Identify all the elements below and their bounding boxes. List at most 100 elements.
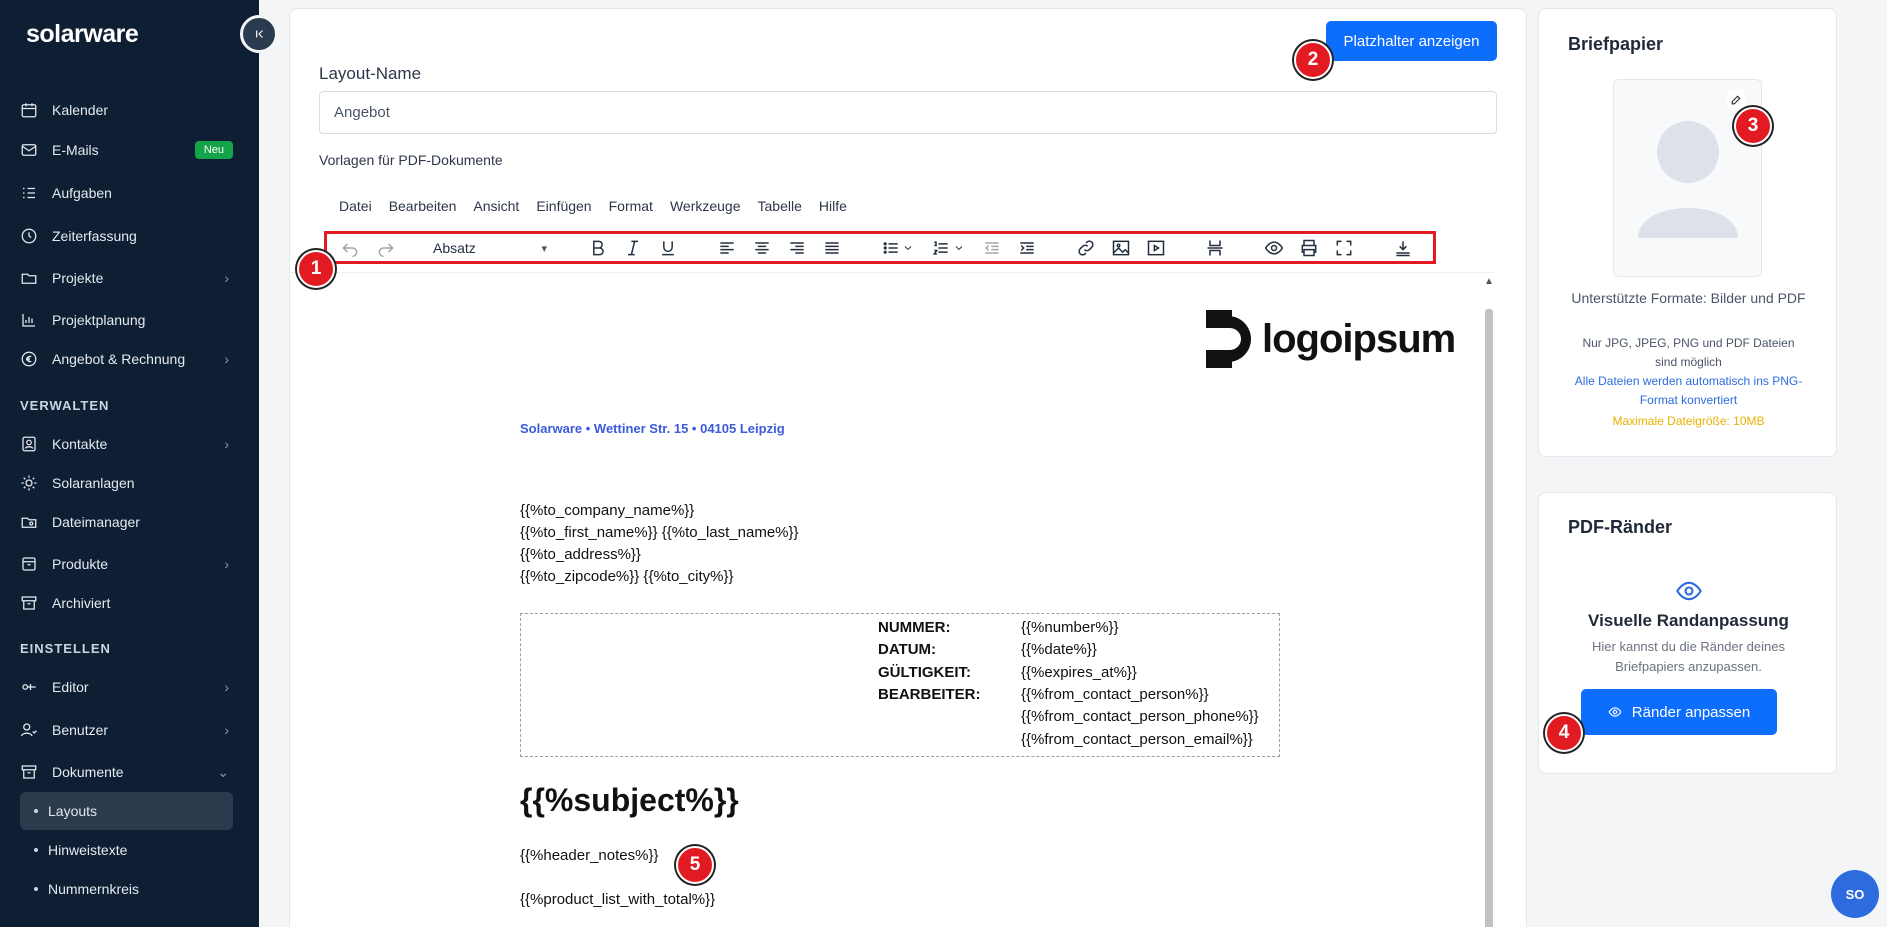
max-size-text: Maximale Dateigröße: 10MB	[1612, 414, 1765, 428]
show-placeholders-button[interactable]: Platzhalter anzeigen	[1326, 21, 1497, 61]
bullet-list-icon[interactable]	[880, 238, 902, 258]
header-notes-placeholder: {{%header_notes%}}	[520, 847, 659, 864]
sun-icon	[20, 474, 38, 492]
chat-button[interactable]: SO	[1831, 870, 1879, 918]
adjust-margins-label: Ränder anpassen	[1631, 703, 1751, 721]
sidebar-item-dokumente[interactable]: Dokumente ⌄	[20, 756, 233, 788]
info-key: BEARBEITER:	[878, 686, 981, 703]
media-icon[interactable]	[1145, 238, 1167, 258]
menu-format[interactable]: Format	[609, 198, 653, 214]
logo-text: logoipsum	[1262, 316, 1456, 361]
sidebar-item-angebot-rechnung[interactable]: Angebot & Rechnung ›	[20, 343, 233, 375]
italic-icon[interactable]	[622, 238, 644, 258]
menu-einfuegen[interactable]: Einfügen	[536, 198, 591, 214]
scroll-up-icon[interactable]: ▲	[1484, 276, 1494, 287]
new-badge: Neu	[194, 141, 233, 159]
align-justify-icon[interactable]	[821, 238, 843, 258]
sidebar-item-zeiterfassung[interactable]: Zeiterfassung	[20, 220, 233, 252]
redo-icon[interactable]	[375, 238, 397, 258]
menu-bearbeiten[interactable]: Bearbeiten	[389, 198, 457, 214]
address-line: {{%to_first_name%}} {{%to_last_name%}}	[520, 524, 799, 541]
sidebar-item-kalender[interactable]: Kalender	[20, 94, 233, 126]
sidebar-item-dateimanager[interactable]: Dateimanager	[20, 506, 233, 538]
bullet-dot	[34, 887, 38, 891]
menu-datei[interactable]: Datei	[339, 198, 372, 214]
supported-formats-text: Unterstützte Formate: Bilder und PDF	[1571, 290, 1806, 306]
menu-hilfe[interactable]: Hilfe	[819, 198, 847, 214]
sidebar-item-label: Kalender	[52, 102, 109, 118]
chevron-right-icon: ›	[224, 270, 229, 286]
print-icon[interactable]	[1298, 238, 1320, 258]
sidebar-item-produkte[interactable]: Produkte ›	[20, 548, 233, 580]
chevron-right-icon: ›	[224, 679, 229, 695]
undo-icon[interactable]	[339, 238, 361, 258]
image-icon[interactable]	[1110, 238, 1132, 258]
chevron-down-icon[interactable]	[953, 238, 965, 258]
link-icon[interactable]	[1075, 238, 1097, 258]
sidebar-item-benutzer[interactable]: Benutzer ›	[20, 714, 233, 746]
eye-icon	[1608, 707, 1622, 717]
sidebar-subitem-layouts[interactable]: Layouts	[20, 792, 233, 830]
fullscreen-icon[interactable]	[1333, 238, 1355, 258]
visual-margins-subtitle: Visuelle Randanpassung	[1588, 611, 1789, 630]
sidebar-item-solaranlagen[interactable]: Solaranlagen	[20, 467, 233, 499]
align-left-icon[interactable]	[716, 238, 738, 258]
collapse-sidebar-button[interactable]	[240, 15, 278, 53]
sidebar-item-label: Editor	[52, 679, 89, 695]
page-break-icon[interactable]	[1204, 238, 1226, 258]
sidebar-item-aufgaben[interactable]: Aufgaben	[20, 177, 233, 209]
collapse-icon	[256, 30, 263, 38]
sidebar-item-label: Angebot & Rechnung	[52, 351, 186, 367]
menu-ansicht[interactable]: Ansicht	[473, 198, 519, 214]
layout-name-input[interactable]: Angebot	[319, 91, 1497, 134]
sidebar-item-archiviert[interactable]: Archiviert	[20, 587, 233, 619]
sidebar-item-projekte[interactable]: Projekte ›	[20, 262, 233, 294]
outdent-icon[interactable]	[981, 238, 1003, 258]
subject-placeholder: {{%subject%}}	[520, 782, 739, 818]
allowed-files-text: Nur JPG, JPEG, PNG und PDF Dateien sind …	[1582, 336, 1795, 369]
preview-icon[interactable]	[1263, 238, 1285, 258]
sidebar-item-label: Projekte	[52, 270, 104, 286]
info-key: GÜLTIGKEIT:	[878, 664, 972, 681]
address-line: {{%to_address%}}	[520, 546, 641, 563]
numbered-list-icon[interactable]	[930, 238, 952, 258]
contacts-icon	[20, 435, 38, 453]
editor-scrollbar[interactable]	[1485, 309, 1493, 927]
chevron-right-icon: ›	[224, 722, 229, 738]
align-center-icon[interactable]	[751, 238, 773, 258]
letterhead-preview[interactable]	[1613, 79, 1762, 277]
sidebar-subitem-hinweistexte[interactable]: Hinweistexte	[20, 831, 233, 869]
eye-icon	[1675, 577, 1703, 610]
info-value: {{%number%}}	[1021, 619, 1119, 636]
menu-werkzeuge[interactable]: Werkzeuge	[670, 198, 741, 214]
sidebar-item-editor[interactable]: Editor ›	[20, 671, 233, 703]
indent-icon[interactable]	[1016, 238, 1038, 258]
sidebar-subitem-label: Hinweistexte	[48, 842, 128, 858]
section-label-verwalten: VERWALTEN	[20, 398, 110, 413]
app-logo[interactable]: solarware	[26, 20, 139, 49]
bold-icon[interactable]	[587, 238, 609, 258]
editor-toolbar: Absatz ▾	[324, 231, 1436, 264]
sidebar-subitem-nummernkreis[interactable]: Nummernkreis	[20, 870, 233, 908]
info-value: {{%expires_at%}}	[1021, 664, 1137, 681]
margins-description: Hier kannst du die Ränder deines Briefpa…	[1592, 639, 1785, 674]
sidebar-item-label: Kontakte	[52, 436, 108, 452]
underline-icon[interactable]	[657, 238, 679, 258]
users-icon	[20, 721, 38, 739]
align-right-icon[interactable]	[786, 238, 808, 258]
adjust-margins-button[interactable]: Ränder anpassen	[1581, 689, 1777, 735]
mail-icon	[20, 141, 38, 159]
paragraph-format-select[interactable]: Absatz ▾	[433, 238, 553, 258]
sidebar-item-projektplanung[interactable]: Projektplanung	[20, 304, 233, 336]
download-icon[interactable]	[1392, 238, 1414, 258]
sidebar-item-label: Solaranlagen	[52, 475, 135, 491]
chevron-down-icon[interactable]	[902, 238, 914, 258]
edit-icon[interactable]	[1727, 90, 1745, 108]
sidebar-item-kontakte[interactable]: Kontakte ›	[20, 428, 233, 460]
editor-content-area[interactable]	[290, 272, 1494, 927]
info-value: {{%from_contact_person_phone%}}	[1021, 708, 1259, 725]
sidebar-item-emails[interactable]: E-Mails Neu	[20, 134, 233, 166]
convert-note-text: Alle Dateien werden automatisch ins PNG-…	[1574, 374, 1803, 407]
menu-tabelle[interactable]: Tabelle	[758, 198, 802, 214]
section-label-einstellen: EINSTELLEN	[20, 641, 111, 656]
